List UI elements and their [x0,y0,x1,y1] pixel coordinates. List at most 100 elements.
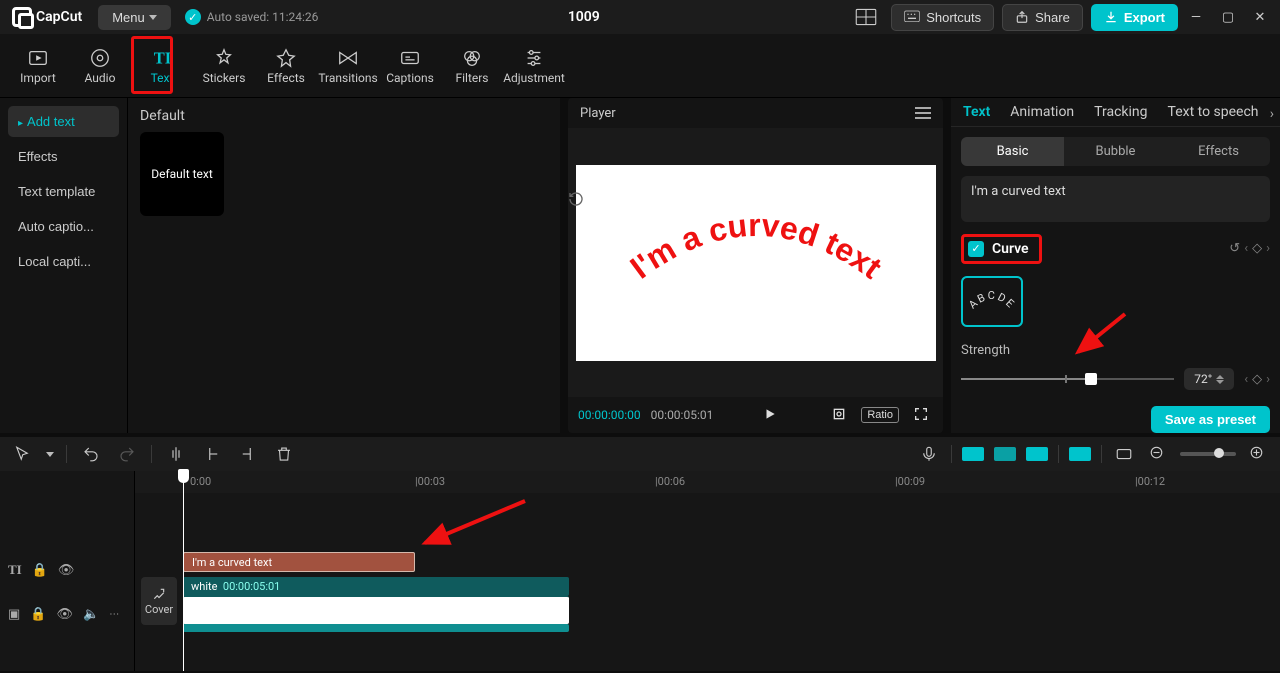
fullscreen-icon[interactable] [909,404,933,427]
gallery-panel: Default Default text [127,98,560,433]
kf-next-icon[interactable]: › [1266,241,1270,256]
trim-right-tool[interactable] [236,442,260,466]
zoom-in-icon[interactable] [1246,442,1270,466]
play-button[interactable] [759,405,781,426]
tab-text[interactable]: TI Text [132,34,192,97]
export-button[interactable]: Export [1091,4,1178,31]
sidebar-item-auto-captions[interactable]: Auto captio... [8,211,119,242]
shortcuts-label: Shortcuts [926,10,981,25]
reset-icon[interactable]: ↺ [1229,241,1240,256]
zoom-thumb[interactable] [1214,448,1224,458]
tab-captions[interactable]: Captions [380,34,440,97]
player-duration: 00:00:05:01 [651,408,714,422]
curve-checkbox[interactable]: ✓ [968,241,984,257]
cover-button[interactable]: Cover [141,577,177,625]
rp-tab-tts[interactable]: Text to speech [1168,104,1259,120]
keyframe-icon-2[interactable]: ◇ [1252,372,1262,387]
sidebar-item-add-text[interactable]: Add text [8,106,119,137]
save-preset-button[interactable]: Save as preset [1151,406,1270,433]
video-track-icon: ▣ [8,607,20,622]
project-title[interactable]: 1009 [568,9,600,25]
strength-slider[interactable] [961,378,1174,380]
rp-sub-bubble[interactable]: Bubble [1064,137,1167,166]
snap-toggle-2[interactable] [994,447,1016,461]
timeline-ruler[interactable]: 0:00 |00:03 |00:06 |00:09 |00:12 [135,471,1280,493]
lock-icon-2[interactable]: 🔒 [30,607,46,622]
slider-thumb[interactable] [1085,373,1097,385]
mute-icon[interactable]: 🔈 [83,607,99,622]
tab-transitions-label: Transitions [318,71,377,85]
timeline-video-audio[interactable] [183,624,569,632]
tab-import-label: Import [20,71,56,85]
split-tool[interactable] [164,442,188,466]
autosave-label: Auto saved: 11:24:26 [207,10,319,24]
rp-tab-animation[interactable]: Animation [1010,104,1074,120]
rp-scroll-right-icon[interactable]: › [1270,106,1274,122]
video-clip-dur: 00:00:05:01 [223,580,280,593]
gallery-item-default-text[interactable]: Default text [140,132,224,216]
tab-stickers[interactable]: Stickers [194,34,254,97]
rp-sub-basic[interactable]: Basic [961,137,1064,166]
pointer-tool[interactable] [10,442,34,466]
ruler-tick: 0:00 [190,475,211,488]
share-button[interactable]: Share [1002,4,1083,31]
tab-transitions[interactable]: Transitions [318,34,378,97]
shortcuts-button[interactable]: Shortcuts [891,4,994,31]
pointer-dropdown-icon[interactable] [46,452,54,457]
tab-audio[interactable]: Audio [70,34,130,97]
layout-icon[interactable] [853,4,879,30]
mic-icon[interactable] [917,442,941,466]
zoom-out-icon[interactable] [1146,442,1170,466]
window-minimize[interactable]: — [1182,3,1210,31]
preview-icon[interactable] [1112,442,1136,466]
refresh-icon[interactable] [568,191,584,207]
share-label: Share [1035,10,1070,25]
tab-stickers-label: Stickers [203,71,246,85]
undo-button[interactable] [79,442,103,466]
playhead[interactable] [183,471,184,671]
tab-adjustment[interactable]: Adjustment [504,34,564,97]
visibility-icon-2[interactable]: 👁 [56,607,73,622]
timeline-text-clip[interactable]: I'm a curved text [183,552,415,572]
text-content-input[interactable]: I'm a curved text [961,176,1270,222]
tab-filters[interactable]: Filters [442,34,502,97]
sidebar-item-local-captions[interactable]: Local capti... [8,246,119,277]
tab-effects-label: Effects [267,71,305,85]
tab-import[interactable]: Import [8,34,68,97]
crop-icon[interactable] [827,404,851,427]
annotation-arrow-clip [415,495,535,551]
snap-toggle-1[interactable] [962,447,984,461]
redo-button[interactable] [115,442,139,466]
rp-tab-tracking[interactable]: Tracking [1094,104,1147,120]
window-close[interactable]: ✕ [1246,3,1274,31]
kf-prev-icon[interactable]: ‹ [1244,241,1248,256]
ratio-button[interactable]: Ratio [861,407,899,423]
trim-left-tool[interactable] [200,442,224,466]
sidebar-item-effects[interactable]: Effects [8,141,119,172]
keyframe-icon[interactable]: ◇ [1252,241,1262,256]
delete-tool[interactable] [272,442,296,466]
rp-tab-text[interactable]: Text [963,104,990,120]
player-menu-icon[interactable] [915,107,931,119]
timeline-video-clip[interactable]: white 00:00:05:01 [183,577,569,596]
visibility-icon[interactable]: 👁 [58,563,75,578]
window-maximize[interactable]: ▢ [1214,3,1242,31]
snap-toggle-3[interactable] [1026,447,1048,461]
kf-prev-icon-2[interactable]: ‹ [1244,372,1248,387]
timeline-video-thumb[interactable] [183,596,569,624]
strength-stepper[interactable] [1216,375,1224,384]
lock-icon[interactable]: 🔒 [32,563,48,578]
menu-button[interactable]: Menu [98,5,171,30]
player-canvas[interactable]: I'm a curved text [576,165,936,361]
strength-value-box[interactable]: 72° [1184,368,1234,390]
curve-preset-thumb[interactable]: ABCDE [961,276,1023,327]
snap-toggle-4[interactable] [1069,447,1091,461]
kf-next-icon-2[interactable]: › [1266,372,1270,387]
strength-value: 72° [1194,372,1212,386]
rp-sub-effects[interactable]: Effects [1167,137,1270,166]
zoom-slider[interactable] [1180,452,1236,456]
sidebar-item-text-template[interactable]: Text template [8,176,119,207]
tab-effects[interactable]: Effects [256,34,316,97]
player-current-time: 00:00:00:00 [578,408,641,422]
track-more-icon[interactable]: ⋯ [109,609,119,620]
